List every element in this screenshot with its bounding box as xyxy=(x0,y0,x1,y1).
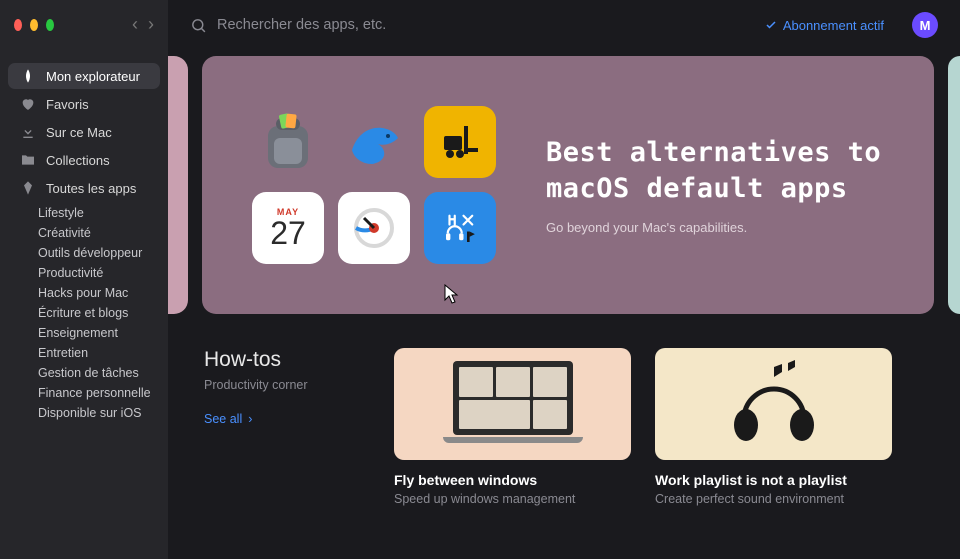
nav-back-button[interactable]: ‹ xyxy=(132,14,138,35)
minimize-window-button[interactable] xyxy=(30,19,38,31)
explorer-icon xyxy=(20,68,36,84)
howto-card-windows[interactable]: Fly between windows Speed up windows man… xyxy=(394,348,631,506)
howto-card-image xyxy=(394,348,631,460)
heart-icon xyxy=(20,96,36,112)
sidebar-item-label: Collections xyxy=(46,153,110,168)
sidebar-item-label: Sur ce Mac xyxy=(46,125,112,140)
calendar-day: 27 xyxy=(270,217,306,249)
howtos-title: How-tos xyxy=(204,348,364,372)
hero-title: Best alternatives tomacOS default apps xyxy=(546,135,881,205)
avatar[interactable]: M xyxy=(912,12,938,38)
sidebar-category-task-mgmt[interactable]: Gestion de tâches xyxy=(0,363,168,383)
app-icon-backpack xyxy=(252,106,324,178)
subscription-label: Abonnement actif xyxy=(783,18,884,33)
avatar-initial: M xyxy=(920,18,931,33)
main-content: Rechercher des apps, etc. Abonnement act… xyxy=(168,0,960,559)
howto-card-image xyxy=(655,348,892,460)
sidebar-category-productivity[interactable]: Productivité xyxy=(0,263,168,283)
howtos-subtitle: Productivity corner xyxy=(204,378,364,392)
app-icon-forklift xyxy=(424,106,496,178)
headphones-icon xyxy=(714,359,834,449)
app-icon-calendar: MAY 27 xyxy=(252,192,324,264)
maximize-window-button[interactable] xyxy=(46,19,54,31)
hero-subtitle: Go beyond your Mac's capabilities. xyxy=(546,220,881,235)
sidebar-category-lifestyle[interactable]: Lifestyle xyxy=(0,203,168,223)
see-all-label: See all xyxy=(204,412,242,426)
nav-forward-button[interactable]: › xyxy=(148,14,154,35)
howto-card-title: Work playlist is not a playlist xyxy=(655,472,892,488)
howto-card-title: Fly between windows xyxy=(394,472,631,488)
search-icon xyxy=(190,17,207,34)
close-window-button[interactable] xyxy=(14,19,22,31)
sidebar-category-writing[interactable]: Écriture et blogs xyxy=(0,303,168,323)
sidebar-item-label: Mon explorateur xyxy=(46,69,140,84)
sidebar-category-teaching[interactable]: Enseignement xyxy=(0,323,168,343)
search-placeholder: Rechercher des apps, etc. xyxy=(217,17,386,33)
app-icon-gauge xyxy=(338,192,410,264)
sidebar-item-label: Favoris xyxy=(46,97,89,112)
cursor-icon xyxy=(444,284,460,309)
sidebar-category-devtools[interactable]: Outils développeur xyxy=(0,243,168,263)
search-input[interactable]: Rechercher des apps, etc. xyxy=(190,17,751,34)
check-icon xyxy=(765,19,777,31)
hero-text: Best alternatives tomacOS default apps G… xyxy=(546,135,881,234)
sidebar-category-mac-hacks[interactable]: Hacks pour Mac xyxy=(0,283,168,303)
sidebar-item-explorer[interactable]: Mon explorateur xyxy=(8,63,160,89)
hero-prev-peek[interactable] xyxy=(168,56,188,314)
howtos-intro: How-tos Productivity corner See all › xyxy=(204,348,364,506)
sidebar: ‹ › Mon explorateur Favoris Sur ce Mac xyxy=(0,0,168,559)
sidebar-item-on-this-mac[interactable]: Sur ce Mac xyxy=(8,119,160,145)
see-all-link[interactable]: See all › xyxy=(204,412,364,426)
chevron-right-icon: › xyxy=(248,412,252,426)
sidebar-item-collections[interactable]: Collections xyxy=(8,147,160,173)
sidebar-category-maintenance[interactable]: Entretien xyxy=(0,343,168,363)
sidebar-category-finance[interactable]: Finance personnelle xyxy=(0,383,168,403)
sidebar-item-all-apps[interactable]: Toutes les apps xyxy=(8,175,160,201)
howto-card-subtitle: Speed up windows management xyxy=(394,492,631,506)
app-icon-audio xyxy=(424,192,496,264)
hero-next-peek[interactable] xyxy=(948,56,960,314)
howto-card-playlist[interactable]: Work playlist is not a playlist Create p… xyxy=(655,348,892,506)
sidebar-category-creativity[interactable]: Créativité xyxy=(0,223,168,243)
howto-card-subtitle: Create perfect sound environment xyxy=(655,492,892,506)
topbar: Rechercher des apps, etc. Abonnement act… xyxy=(168,0,960,50)
sidebar-category-ios[interactable]: Disponible sur iOS xyxy=(0,403,168,423)
hero-app-icons: MAY 27 xyxy=(252,106,496,264)
folder-icon xyxy=(20,152,36,168)
diamond-icon xyxy=(20,180,36,196)
window-controls: ‹ › xyxy=(0,10,168,45)
download-icon xyxy=(20,124,36,140)
hero-card[interactable]: MAY 27 Best alternatives tomacOS default… xyxy=(202,56,934,314)
laptop-icon xyxy=(448,361,578,447)
sidebar-item-label: Toutes les apps xyxy=(46,181,136,196)
sidebar-item-favorites[interactable]: Favoris xyxy=(8,91,160,117)
subscription-status[interactable]: Abonnement actif xyxy=(765,18,884,33)
app-icon-bird xyxy=(338,106,410,178)
